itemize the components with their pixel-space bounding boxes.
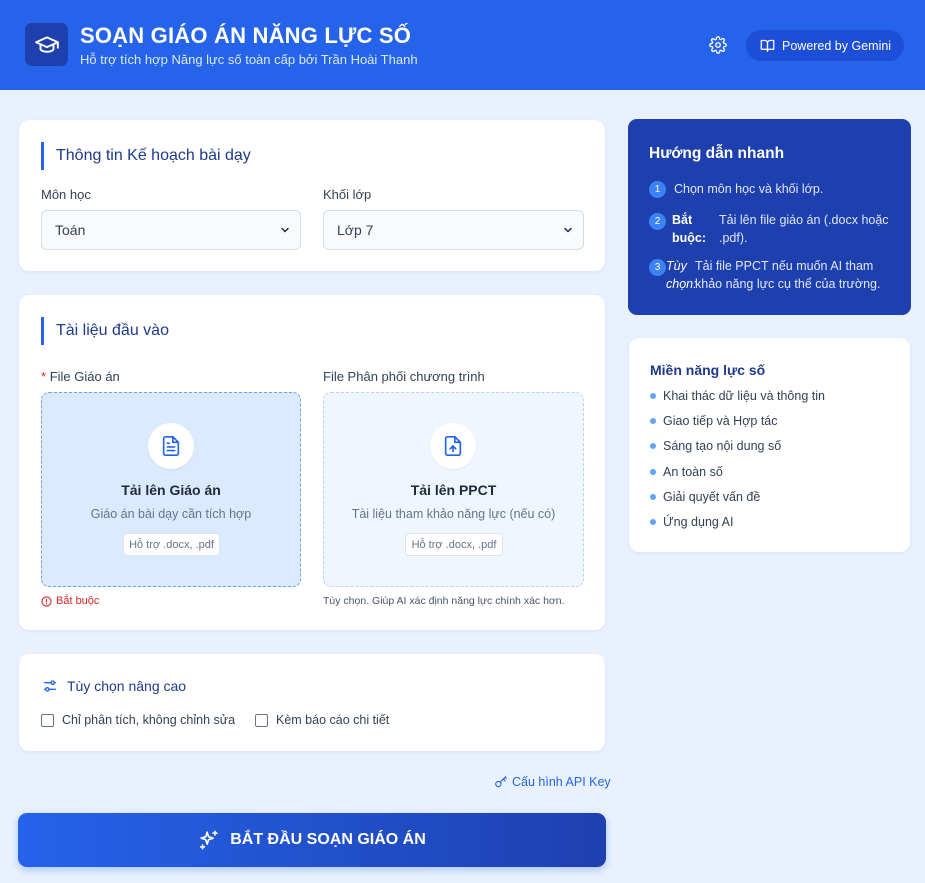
quick-guide-panel: Hướng dẫn nhanh 1 Chọn môn học và khối l… <box>628 119 911 315</box>
digital-competency-domains-card: Miền năng lực số Khai thác dữ liệu và th… <box>629 338 910 552</box>
advanced-options-header: Tùy chọn nâng cao <box>42 678 186 694</box>
start-button-label: BẮT ĐẦU SOẠN GIÁO ÁN <box>230 831 426 848</box>
ppct-optional-note: Tùy chọn. Giúp AI xác định năng lực chín… <box>323 595 565 607</box>
advanced-options-card: Tùy chọn nâng cao Chỉ phân tích, không c… <box>19 654 605 751</box>
app-title: SOẠN GIÁO ÁN NĂNG LỰC SỐ <box>80 23 412 48</box>
list-item: Sáng tạo nội dung số <box>650 439 781 453</box>
report-checkbox[interactable] <box>255 713 268 727</box>
lesson-info-card: Thông tin Kế hoạch bài dạy Môn học Toán … <box>19 120 605 271</box>
lesson-file-title: Tải lên Giáo án <box>121 482 221 498</box>
list-item: Ứng dụng AI <box>650 515 733 529</box>
lesson-file-dropzone[interactable]: Tải lên Giáo án Giáo án bài dạy cần tích… <box>41 392 301 587</box>
start-lesson-plan-button[interactable]: BẮT ĐẦU SOẠN GIÁO ÁN <box>18 813 606 867</box>
step-prefix: Bắt buộc: <box>672 213 707 245</box>
bullet-dot <box>650 393 656 399</box>
ppct-file-format-badge: Hỗ trợ .docx, .pdf <box>405 533 503 556</box>
step-number: 1 <box>649 181 666 198</box>
bullet-dot <box>650 443 656 449</box>
grade-value: Lớp 7 <box>337 222 374 238</box>
bullet-dot <box>650 519 656 525</box>
step-text: Tải lên file giáo án (.docx hoặc .pdf). <box>719 213 889 245</box>
lesson-file-subtitle: Giáo án bài dạy cần tích hợp <box>90 507 252 521</box>
ppct-file-title: Tải lên PPCT <box>410 482 497 498</box>
app-header: SOẠN GIÁO ÁN NĂNG LỰC SỐ Hỗ trợ tích hợp… <box>0 0 925 90</box>
input-documents-title: Tài liệu đầu vào <box>41 317 169 345</box>
step-text: Tải file PPCT nếu muốn AI tham khảo năng… <box>695 259 881 291</box>
settings-button[interactable] <box>707 34 729 56</box>
powered-by-label: Powered by Gemini <box>782 38 892 53</box>
graduation-cap-icon <box>25 23 68 66</box>
ppct-file-label: File Phân phối chương trình <box>323 369 485 384</box>
sliders-icon <box>44 680 56 692</box>
analyze-only-label: Chỉ phân tích, không chỉnh sửa <box>62 713 236 727</box>
bullet-dot <box>650 469 656 475</box>
ppct-file-subtitle: Tài liệu tham khảo năng lực (nếu có) <box>351 507 556 521</box>
ppct-file-dropzone[interactable]: Tải lên PPCT Tài liệu tham khảo năng lực… <box>323 392 584 587</box>
list-item: Khai thác dữ liệu và thông tin <box>650 389 825 403</box>
domains-title: Miền năng lực số <box>650 362 766 378</box>
report-option[interactable]: Kèm báo cáo chi tiết <box>255 713 389 727</box>
chevron-down-icon <box>564 227 572 233</box>
required-mark: * <box>41 369 47 384</box>
chevron-down-icon <box>281 227 289 233</box>
lesson-file-label: * File Giáo án <box>41 369 120 384</box>
list-item: Giải quyết vấn đề <box>650 490 760 504</box>
step-number: 2 <box>649 213 666 230</box>
app-subtitle: Hỗ trợ tích hợp Năng lực số toàn cấp bởi… <box>80 52 418 67</box>
step-text: Chọn môn học và khối lớp. <box>674 182 824 196</box>
list-item: An toàn số <box>650 465 723 479</box>
advanced-options-title: Tùy chọn nâng cao <box>67 678 187 694</box>
grade-select[interactable]: Lớp 7 <box>323 210 584 250</box>
report-label: Kèm báo cáo chi tiết <box>276 713 390 727</box>
sparkles-icon <box>200 830 218 850</box>
powered-by-gemini-button[interactable]: Powered by Gemini <box>746 30 904 61</box>
gear-icon <box>709 36 727 54</box>
analyze-only-checkbox[interactable] <box>41 713 54 727</box>
required-note: Bắt buộc <box>41 595 99 607</box>
subject-value: Toán <box>55 222 86 238</box>
quick-guide-title: Hướng dẫn nhanh <box>649 145 785 162</box>
key-icon <box>495 776 507 788</box>
api-key-config-link[interactable]: Cấu hình API Key <box>494 775 611 789</box>
analyze-only-option[interactable]: Chỉ phân tích, không chỉnh sửa <box>41 713 235 727</box>
step-prefix: Tùy chọn: <box>666 259 697 291</box>
file-text-icon <box>148 423 194 469</box>
grade-label: Khối lớp <box>323 187 372 202</box>
alert-circle-icon <box>41 595 52 607</box>
input-documents-card: Tài liệu đầu vào * File Giáo án Tải lên … <box>19 295 605 630</box>
subject-select[interactable]: Toán <box>41 210 301 250</box>
step-number: 3 <box>649 259 666 276</box>
bullet-dot <box>650 418 656 424</box>
book-open-icon <box>760 39 775 52</box>
subject-label: Môn học <box>41 187 91 202</box>
lesson-info-title: Thông tin Kế hoạch bài dạy <box>41 142 251 170</box>
list-item: Giao tiếp và Hợp tác <box>650 414 778 428</box>
lesson-file-format-badge: Hỗ trợ .docx, .pdf <box>123 533 220 556</box>
file-upload-icon <box>430 423 476 469</box>
bullet-dot <box>650 494 656 500</box>
